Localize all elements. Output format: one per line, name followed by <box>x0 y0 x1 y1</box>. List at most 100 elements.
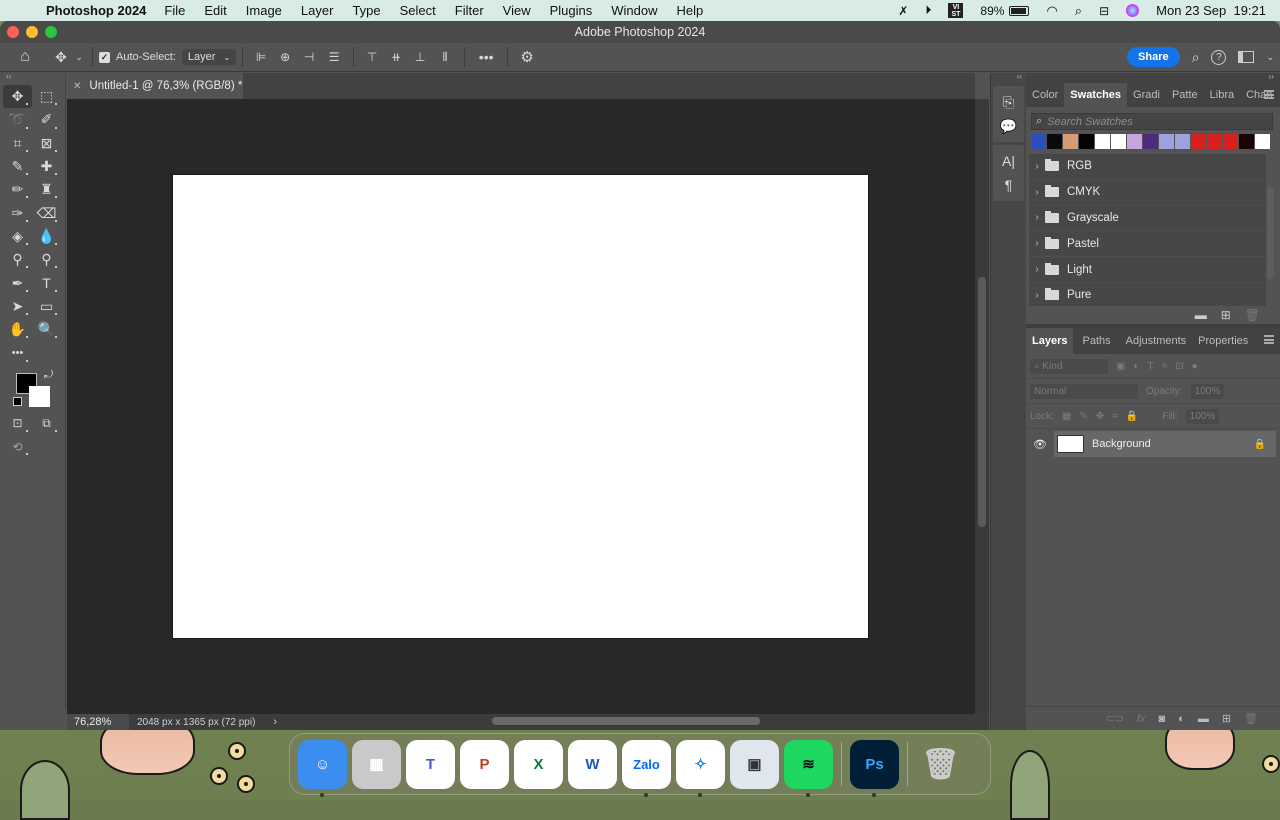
dock-app-powerpoint[interactable]: P <box>460 739 509 789</box>
vertical-scrollbar[interactable] <box>975 99 989 715</box>
siri-icon[interactable] <box>1126 4 1140 17</box>
zoom-window-button[interactable] <box>45 26 57 38</box>
move-tool-icon[interactable]: ✥ <box>3 85 32 109</box>
gear-icon[interactable]: ⚙ <box>514 48 540 66</box>
color-swatch[interactable] <box>1143 134 1158 149</box>
align-top-icon[interactable]: ⊤ <box>360 50 384 64</box>
more-options-icon[interactable]: ••• <box>471 49 501 65</box>
dock-app-excel[interactable]: X <box>514 739 563 789</box>
tab-gradients[interactable]: Gradi <box>1127 83 1166 107</box>
swatch-group-row[interactable]: › Light <box>1029 257 1266 283</box>
panel-menu-icon[interactable] <box>1264 90 1274 99</box>
vst-icon[interactable]: VI ST <box>948 3 964 18</box>
delete-layer-icon[interactable]: 🗑 <box>1244 712 1258 725</box>
swap-colors-icon[interactable]: ⤾ <box>44 369 53 382</box>
color-swatch[interactable] <box>1111 134 1126 149</box>
tab-swatches[interactable]: Swatches <box>1064 83 1128 107</box>
healing-brush-tool-icon[interactable]: ✚ <box>32 155 61 178</box>
swatch-group-row[interactable]: › Pastel <box>1029 231 1266 258</box>
color-swatch[interactable] <box>1239 134 1254 149</box>
visibility-eye-icon[interactable]: 👁 <box>1026 438 1054 451</box>
color-swatch[interactable] <box>1207 134 1222 149</box>
lock-all-icon[interactable]: 🔒 <box>1126 411 1138 422</box>
wifi-icon[interactable]: ◠ <box>1046 3 1057 19</box>
swatch-group-row[interactable]: › Grayscale <box>1029 206 1266 232</box>
tab-patterns[interactable]: Patte <box>1166 83 1204 107</box>
search-icon[interactable]: ⌕ <box>1192 49 1200 66</box>
search-swatches-field[interactable]: ⌕ Search Swatches <box>1031 113 1273 130</box>
brush-tool-icon[interactable]: ✏ <box>3 178 32 201</box>
color-swatch[interactable] <box>1047 134 1062 149</box>
document-tab[interactable]: ✕ Untitled-1 @ 76,3% (RGB/8) * <box>67 73 243 99</box>
menu-image[interactable]: Image <box>246 3 282 18</box>
screen-mode-icon[interactable]: ⧉ <box>32 412 61 435</box>
new-group-icon[interactable]: ▬ <box>1198 713 1209 725</box>
rectangle-tool-icon[interactable]: ▭ <box>32 295 61 318</box>
menu-plugins[interactable]: Plugins <box>550 3 593 18</box>
layer-kind-filter[interactable]: ⌕ Kind <box>1030 358 1108 374</box>
dock-app-word[interactable]: W <box>568 739 617 789</box>
lasso-tool-icon[interactable]: ➰ <box>3 108 32 131</box>
paint-bucket-tool-icon[interactable]: ◈ <box>3 225 32 248</box>
menu-clock[interactable]: Mon 23 Sep 19:21 <box>1156 3 1266 18</box>
align-horizontal-center-icon[interactable]: ⊕ <box>273 50 297 64</box>
chevron-down-icon[interactable]: ⌄ <box>72 52 86 63</box>
play-icon[interactable]: ⏵ <box>925 3 931 18</box>
auto-select-target-dropdown[interactable]: Layer ⌄ <box>181 49 237 65</box>
zoom-tool-icon[interactable]: 🔍 <box>32 318 61 341</box>
color-swatch[interactable] <box>1031 134 1046 149</box>
menu-select[interactable]: Select <box>400 3 436 18</box>
swatch-group-row[interactable]: › RGB <box>1029 154 1266 180</box>
swatch-group-row[interactable]: › Pure <box>1029 283 1266 306</box>
dodge-tool-icon[interactable]: ⚲ <box>3 248 32 271</box>
menu-edit[interactable]: Edit <box>204 3 226 18</box>
tab-layers[interactable]: Layers <box>1026 328 1074 354</box>
menu-type[interactable]: Type <box>352 3 380 18</box>
dock-app-preview[interactable]: ▣ <box>730 739 779 789</box>
menu-file[interactable]: File <box>164 3 185 18</box>
spotlight-icon[interactable]: ⌕ <box>1075 3 1082 19</box>
bluetooth-off-icon[interactable]: ✗ <box>898 4 908 18</box>
color-swatch[interactable] <box>1127 134 1142 149</box>
menu-filter[interactable]: Filter <box>455 3 484 18</box>
filter-adjustment-icon[interactable]: ◐ <box>1133 361 1139 372</box>
swatches-scrollbar[interactable] <box>1267 187 1274 279</box>
share-button[interactable]: Share <box>1127 47 1180 67</box>
filter-pixel-icon[interactable]: ▣ <box>1116 361 1125 372</box>
tab-adjustments[interactable]: Adjustments <box>1120 329 1193 353</box>
dock-app-photoshop[interactable]: Ps <box>850 739 899 797</box>
history-icon[interactable]: ⎘ <box>993 90 1024 114</box>
control-center-icon[interactable]: ⊟ <box>1099 4 1109 18</box>
dock-app-zalo[interactable]: Zalo <box>622 739 671 797</box>
path-select-tool-icon[interactable]: ➤ <box>3 295 32 318</box>
align-left-icon[interactable]: ⊫ <box>249 50 273 64</box>
quick-mask-icon[interactable]: ⊡ <box>3 412 32 435</box>
filter-toggle-icon[interactable]: ● <box>1192 361 1198 372</box>
crop-tool-icon[interactable]: ⌗ <box>3 132 32 155</box>
hand-tool-icon[interactable]: ✋ <box>3 318 32 341</box>
fill-field[interactable]: 100% <box>1185 408 1220 424</box>
lock-artboard-icon[interactable]: ⌗ <box>1112 411 1118 422</box>
distribute-vertical-icon[interactable]: ☰ <box>321 50 347 64</box>
stamp-tool-icon[interactable]: ♜ <box>32 178 61 201</box>
color-swatch[interactable] <box>1079 134 1094 149</box>
menu-help[interactable]: Help <box>677 3 704 18</box>
document-info[interactable]: 2048 px x 1365 px (72 ppi) <box>137 717 255 728</box>
layer-style-fx-icon[interactable]: fx <box>1137 713 1146 725</box>
comments-icon[interactable]: 💬 <box>993 114 1024 138</box>
zoom-level[interactable]: 76,28% <box>67 714 129 730</box>
color-swatch[interactable] <box>1095 134 1110 149</box>
blur-tool-icon[interactable]: 💧 <box>32 225 61 248</box>
new-group-icon[interactable]: ▬ <box>1195 308 1207 322</box>
filter-smart-object-icon[interactable]: ⊡ <box>1175 361 1183 372</box>
opacity-field[interactable]: 100% <box>1190 383 1225 399</box>
canvas-workspace[interactable] <box>67 99 975 715</box>
swatch-group-row[interactable]: › CMYK <box>1029 180 1266 206</box>
blend-mode-dropdown[interactable]: Normal <box>1030 383 1138 399</box>
distribute-horizontal-icon[interactable]: ⦀ <box>432 50 458 65</box>
dock-app-launchpad[interactable]: ▦ <box>352 739 401 789</box>
color-swatch[interactable] <box>1223 134 1238 149</box>
character-icon[interactable]: A| <box>993 149 1024 173</box>
chevron-right-icon[interactable]: › <box>1029 290 1045 301</box>
dock-app-safari[interactable]: ✧ <box>676 739 725 797</box>
